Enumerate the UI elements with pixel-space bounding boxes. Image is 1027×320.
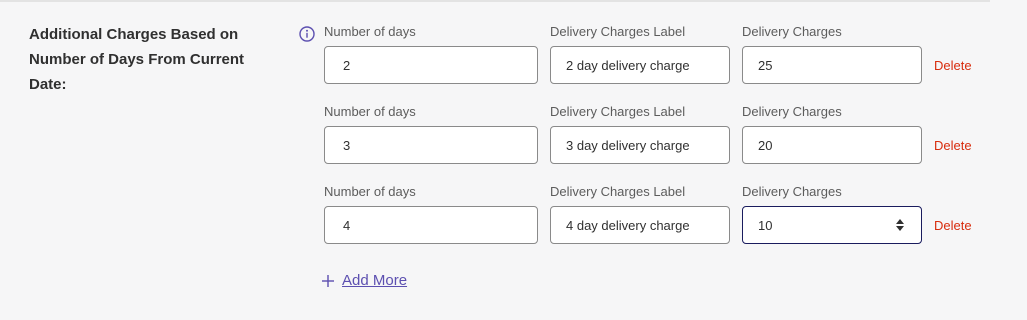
info-circle-icon[interactable] xyxy=(299,26,315,42)
add-more-button[interactable]: Add More xyxy=(322,272,407,290)
days-label: Number of days xyxy=(324,24,416,39)
add-more-label: Add More xyxy=(342,272,408,289)
delete-button[interactable]: Delete xyxy=(934,58,972,74)
charge-field: Delivery Charges 10 xyxy=(742,184,922,244)
number-stepper-icon[interactable] xyxy=(895,217,905,233)
charge-input-value: 10 xyxy=(758,217,773,233)
days-input[interactable]: 3 xyxy=(324,126,538,164)
days-input[interactable]: 4 xyxy=(324,206,538,244)
charge-input[interactable]: 20 xyxy=(742,126,922,164)
section-label: Additional Charges Based on Number of Da… xyxy=(29,26,245,93)
plus-icon xyxy=(322,275,334,287)
charge-field: Delivery Charges 25 xyxy=(742,24,922,84)
charge-label: Delivery Charges xyxy=(742,104,842,119)
charge-input[interactable]: 25 xyxy=(742,46,922,84)
charge-label-field: Delivery Charges Label 4 day delivery ch… xyxy=(550,184,730,244)
charge-label-input[interactable]: 2 day delivery charge xyxy=(550,46,730,84)
charge-label: Delivery Charges xyxy=(742,184,842,199)
additional-charges-section: Additional Charges Based on Number of Da… xyxy=(0,0,1027,320)
charge-label-field: Delivery Charges Label 2 day delivery ch… xyxy=(550,24,730,84)
delete-button[interactable]: Delete xyxy=(934,218,972,234)
charge-label-label: Delivery Charges Label xyxy=(550,24,686,39)
delete-button[interactable]: Delete xyxy=(934,138,972,154)
charge-label-label: Delivery Charges Label xyxy=(550,104,686,119)
charge-label-field: Delivery Charges Label 3 day delivery ch… xyxy=(550,104,730,164)
charge-field: Delivery Charges 20 xyxy=(742,104,922,164)
days-input[interactable]: 2 xyxy=(324,46,538,84)
charge-label-input[interactable]: 4 day delivery charge xyxy=(550,206,730,244)
section-divider xyxy=(0,0,990,2)
days-label: Number of days xyxy=(324,184,416,199)
days-field: Number of days 4 xyxy=(324,184,538,244)
charge-label-input[interactable]: 3 day delivery charge xyxy=(550,126,730,164)
days-field: Number of days 2 xyxy=(324,24,538,84)
days-label: Number of days xyxy=(324,104,416,119)
charge-label-label: Delivery Charges Label xyxy=(550,184,686,199)
days-field: Number of days 3 xyxy=(324,104,538,164)
charge-label: Delivery Charges xyxy=(742,24,842,39)
charge-input-focused[interactable]: 10 xyxy=(742,206,922,244)
